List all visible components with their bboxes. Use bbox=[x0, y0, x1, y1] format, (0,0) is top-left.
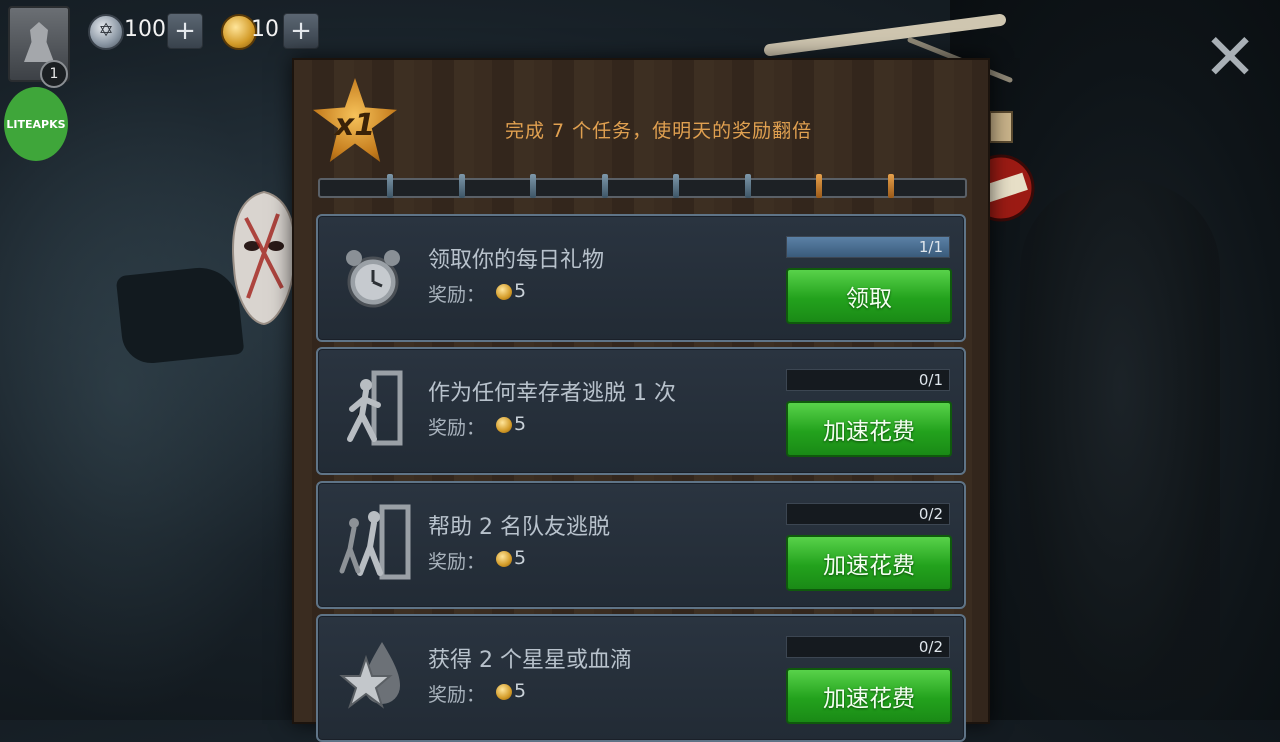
level-badge: 1 bbox=[40, 60, 68, 88]
progress-tick bbox=[458, 174, 465, 198]
task-action-button[interactable]: 领取 bbox=[786, 268, 952, 324]
shard-count: 100 bbox=[124, 17, 166, 42]
close-button[interactable]: ✕ bbox=[1203, 26, 1257, 90]
reward-label: 奖励： bbox=[428, 417, 486, 439]
coin-icon bbox=[496, 417, 512, 433]
progress-tick bbox=[887, 174, 894, 198]
reward-label: 奖励： bbox=[428, 551, 486, 573]
reward-value: 5 bbox=[514, 680, 527, 702]
add-shards-button[interactable]: + bbox=[167, 13, 203, 49]
alarm-clock-icon bbox=[338, 236, 408, 316]
task-title: 帮助 2 名队友逃脱 bbox=[428, 515, 610, 540]
reward-value: 5 bbox=[514, 280, 527, 302]
task-title: 领取你的每日礼物 bbox=[428, 248, 605, 273]
progress-tick bbox=[387, 174, 393, 198]
multiplier-label: x1 bbox=[334, 108, 376, 143]
dark-figure bbox=[1020, 180, 1220, 700]
add-coins-button[interactable]: + bbox=[283, 13, 319, 49]
escape-door-icon bbox=[338, 369, 408, 449]
reward-label: 奖励： bbox=[428, 284, 486, 306]
progress-tick bbox=[816, 174, 822, 198]
task-card: 获得 2 个星星或血滴 奖励： 5 0/2 加速花费 bbox=[316, 614, 966, 742]
task-card: 领取你的每日礼物 奖励： 5 1/1 领取 bbox=[316, 214, 966, 342]
task-progress-bar: 0/2 bbox=[786, 636, 950, 658]
task-progress-bar: 0/1 bbox=[786, 369, 950, 391]
progress-tick bbox=[744, 174, 751, 198]
progress-tick bbox=[601, 174, 608, 198]
task-progress-bar: 0/2 bbox=[786, 503, 950, 525]
task-progress-text: 0/1 bbox=[918, 371, 943, 389]
task-action-button[interactable]: 加速花费 bbox=[786, 535, 952, 591]
reward-value: 5 bbox=[514, 413, 527, 435]
task-title: 作为任何幸存者逃脱 1 次 bbox=[428, 381, 676, 406]
panel-header: 完成 7 个任务，使明天的奖励翻倍 bbox=[505, 120, 813, 142]
pentagram-shard-icon: ✡ bbox=[88, 14, 124, 50]
task-card: 作为任何幸存者逃脱 1 次奖励： 5 0/1 加速花费 bbox=[316, 347, 966, 475]
coin-icon bbox=[496, 284, 512, 300]
task-title: 获得 2 个星星或血滴 bbox=[428, 648, 632, 673]
task-progress-text: 1/1 bbox=[918, 238, 943, 256]
progress-tick bbox=[530, 174, 536, 198]
progress-tick bbox=[673, 174, 679, 198]
axe-silhouette bbox=[115, 263, 245, 367]
watermark-badge: LITEAPKS bbox=[4, 87, 68, 161]
coin-icon bbox=[496, 684, 512, 700]
task-progress-text: 0/2 bbox=[918, 638, 943, 656]
daily-progress-track bbox=[318, 178, 967, 198]
task-progress-bar: 1/1 bbox=[786, 236, 950, 258]
task-action-button[interactable]: 加速花费 bbox=[786, 401, 952, 457]
star-drop-icon bbox=[338, 636, 408, 716]
mask-icon bbox=[232, 190, 296, 326]
task-progress-text: 0/2 bbox=[918, 505, 943, 523]
coin-count: 10 bbox=[251, 17, 279, 42]
task-card: 帮助 2 名队友逃脱 奖励： 5 0/2 加速花费 bbox=[316, 481, 966, 609]
reward-label: 奖励： bbox=[428, 684, 486, 706]
coin-icon bbox=[496, 551, 512, 567]
reward-value: 5 bbox=[514, 547, 527, 569]
task-action-button[interactable]: 加速花费 bbox=[786, 668, 952, 724]
team-escape-icon bbox=[338, 503, 411, 583]
